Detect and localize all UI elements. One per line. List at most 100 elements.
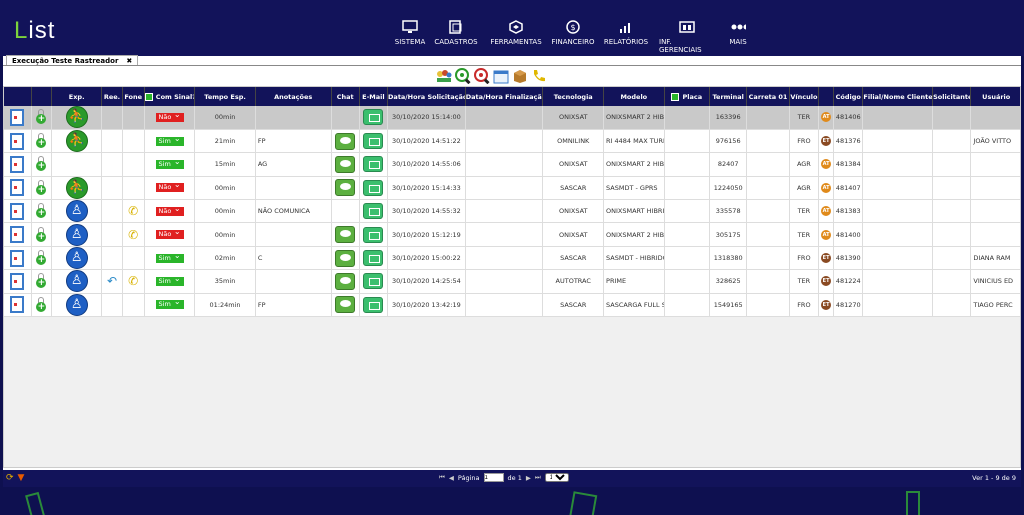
person-running-icon[interactable]: ⛹	[65, 130, 88, 152]
table-row[interactable]: + ♙ Sim 01:24minFP 30/10/2020 13:42:19 SASCAR…	[4, 293, 1020, 318]
signal-select[interactable]: Não	[155, 110, 184, 122]
row-checkbox-cell[interactable]	[4, 129, 32, 154]
row-checkbox-cell[interactable]	[4, 246, 32, 271]
signal-select[interactable]: Sim	[155, 274, 184, 286]
lock-plus-icon[interactable]: +	[35, 156, 47, 172]
person-standing-icon[interactable]: ♙	[65, 200, 88, 222]
calendar-icon[interactable]	[493, 68, 509, 84]
document-icon[interactable]	[10, 296, 25, 314]
email-icon[interactable]	[363, 273, 384, 290]
table-row[interactable]: + ♙ Sim 02minC 30/10/2020 15:00:22 SASCARSASM…	[4, 246, 1020, 271]
return-arrow-icon[interactable]: ↶	[107, 274, 117, 288]
phone-icon[interactable]: ✆	[128, 204, 138, 218]
row-checkbox-cell[interactable]	[4, 152, 32, 177]
signal-select[interactable]: Não	[155, 180, 184, 193]
email-icon[interactable]	[363, 179, 384, 196]
document-icon[interactable]	[10, 108, 25, 126]
lock-plus-icon[interactable]: +	[35, 133, 47, 149]
nav-tools[interactable]: FERRAMENTAS	[488, 20, 544, 46]
person-running-icon[interactable]: ⛹	[65, 176, 88, 199]
col-header-14[interactable]: Placa	[664, 87, 711, 106]
col-header-13[interactable]: Modelo	[603, 87, 665, 106]
document-icon[interactable]	[10, 272, 25, 290]
lock-plus-icon[interactable]: +	[35, 250, 47, 266]
email-icon[interactable]	[363, 296, 384, 313]
next-page-icon[interactable]: ▶	[526, 474, 531, 482]
box-icon[interactable]	[512, 68, 528, 84]
col-header-12[interactable]: Tecnologia	[542, 87, 605, 106]
col-header-0[interactable]	[4, 87, 32, 106]
add-cell[interactable]: +	[31, 106, 52, 130]
lock-plus-icon[interactable]: +	[35, 179, 47, 196]
chat-icon[interactable]	[335, 249, 356, 267]
col-header-8[interactable]: Chat	[331, 87, 360, 106]
chat-icon[interactable]	[335, 179, 356, 197]
add-cell[interactable]: +	[31, 222, 52, 247]
email-icon[interactable]	[363, 109, 384, 126]
chat-icon[interactable]	[335, 272, 356, 290]
filter-checkbox-icon[interactable]	[671, 92, 680, 101]
email-icon[interactable]	[363, 203, 384, 220]
col-header-10[interactable]: Data/Hora Solicitação	[387, 87, 466, 106]
person-standing-icon[interactable]: ♙	[65, 247, 88, 269]
add-cell[interactable]: +	[31, 176, 52, 201]
col-header-17[interactable]: Vínculo	[789, 87, 820, 106]
first-page-icon[interactable]: ⏮	[439, 473, 445, 482]
signal-select[interactable]: Sim	[155, 297, 184, 310]
col-header-19[interactable]: Código	[833, 87, 864, 106]
add-cell[interactable]: +	[31, 199, 52, 224]
email-icon[interactable]	[363, 156, 384, 173]
add-cell[interactable]: +	[31, 246, 52, 271]
nav-more[interactable]: MAIS	[710, 20, 766, 46]
refresh-icon[interactable]: ⟳	[6, 473, 14, 483]
document-icon[interactable]	[10, 179, 25, 197]
table-row[interactable]: + ♙ ✆ Não 00minNÃO COMUNICA 30/10/2020 14:55:…	[4, 199, 1020, 224]
lock-plus-icon[interactable]: +	[35, 109, 47, 125]
nav-register[interactable]: CADASTROS	[428, 20, 484, 46]
add-cell[interactable]: +	[31, 129, 52, 154]
row-checkbox-cell[interactable]	[4, 176, 32, 201]
document-icon[interactable]	[10, 155, 25, 173]
app-logo[interactable]: List	[14, 17, 55, 45]
last-page-icon[interactable]: ⏭	[535, 473, 541, 482]
chat-icon[interactable]	[335, 132, 356, 150]
signal-select[interactable]: Sim	[155, 251, 184, 263]
lock-plus-icon[interactable]: +	[35, 203, 47, 219]
col-header-11[interactable]: Data/Hora Finalização	[465, 87, 544, 106]
col-header-22[interactable]: Usuário	[970, 87, 1020, 106]
chat-icon[interactable]	[335, 155, 356, 173]
person-standing-icon[interactable]: ♙	[65, 293, 88, 316]
col-header-21[interactable]: Solicitante	[932, 87, 972, 106]
col-header-2[interactable]: Exp.	[51, 87, 103, 106]
person-standing-icon[interactable]: ♙	[65, 270, 88, 293]
nav-chart[interactable]: RELATÓRIOS	[598, 20, 654, 46]
filter-checkbox-icon[interactable]	[144, 92, 153, 101]
col-header-7[interactable]: Anotações	[255, 87, 332, 106]
signal-select[interactable]: Sim	[155, 134, 184, 146]
person-running-icon[interactable]: ⛹	[65, 106, 88, 129]
row-checkbox-cell[interactable]	[4, 106, 32, 130]
close-tab-icon[interactable]: ✖	[126, 57, 132, 65]
zoom-out-icon[interactable]	[474, 68, 490, 84]
people-icon[interactable]	[436, 68, 452, 84]
col-header-6[interactable]: Tempo Esp.	[194, 87, 256, 106]
row-checkbox-cell[interactable]	[4, 269, 32, 294]
col-header-20[interactable]: Filial/Nome Cliente	[862, 87, 934, 106]
phone-icon[interactable]	[531, 68, 547, 84]
row-checkbox-cell[interactable]	[4, 222, 32, 247]
col-header-9[interactable]: E-Mail	[359, 87, 389, 106]
lock-plus-icon[interactable]: +	[35, 226, 47, 243]
col-header-16[interactable]: Carreta 01	[746, 87, 790, 106]
table-row[interactable]: + ⛹ Não 00min 30/10/2020 15:14:00 ONIXSATONIX…	[4, 106, 1020, 130]
col-header-4[interactable]: Fone	[122, 87, 145, 106]
add-cell[interactable]: +	[31, 293, 52, 318]
table-row[interactable]: + ⛹ Não 00min 30/10/2020 15:14:33 SASCARSASMD…	[4, 176, 1020, 201]
document-icon[interactable]	[10, 249, 25, 267]
filter-icon[interactable]: ▼	[18, 473, 25, 483]
chat-icon[interactable]	[335, 226, 356, 244]
document-icon[interactable]	[10, 202, 25, 220]
table-row[interactable]: + ⛹ Sim 21minFP 30/10/2020 14:51:22 OMNILINKR…	[4, 129, 1020, 154]
page-size-select[interactable]: 120	[544, 473, 569, 482]
phone-icon[interactable]: ✆	[128, 274, 138, 288]
add-cell[interactable]: +	[31, 152, 52, 177]
